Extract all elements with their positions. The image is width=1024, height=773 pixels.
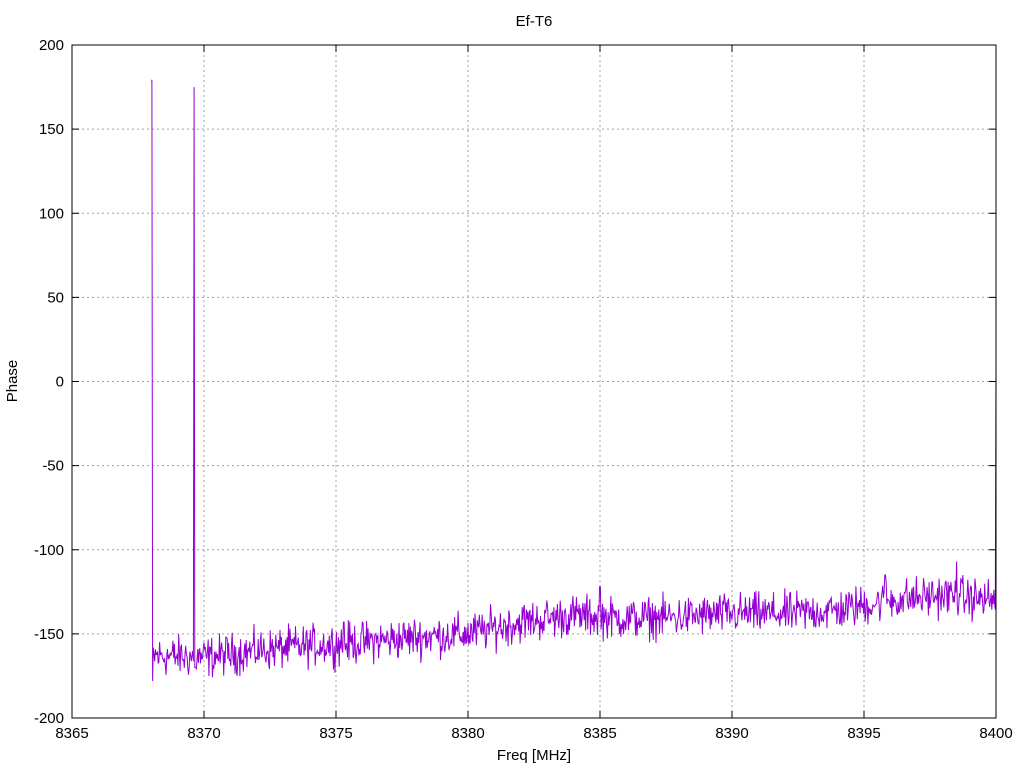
series-group <box>151 79 997 682</box>
x-tick-label: 8385 <box>583 725 616 742</box>
x-tick-label: 8395 <box>847 725 880 742</box>
y-tick-label: 0 <box>56 374 64 391</box>
x-tick-label: 8375 <box>319 725 352 742</box>
phase-chart: Ef-T6 8365 8370 8375 8380 8385 8390 8395 8400 -2… <box>4 13 1013 764</box>
x-tick-label: 8365 <box>55 725 88 742</box>
x-tick-label: 8400 <box>979 725 1012 742</box>
tick-labels: 8365 8370 8375 8380 8385 8390 8395 8400 -200 -150… <box>34 37 1013 742</box>
x-tick-label: 8390 <box>715 725 748 742</box>
chart-title: Ef-T6 <box>516 13 553 30</box>
y-tick-label: -200 <box>34 710 64 727</box>
y-tick-label: 50 <box>47 289 64 306</box>
y-tick-label: 150 <box>39 121 64 138</box>
y-tick-label: -50 <box>42 458 64 475</box>
y-tick-label: 200 <box>39 37 64 54</box>
y-tick-label: 100 <box>39 205 64 222</box>
x-tick-label: 8380 <box>451 725 484 742</box>
x-axis-label: Freq [MHz] <box>497 747 571 764</box>
y-tick-label: -150 <box>34 626 64 643</box>
y-axis-label: Phase <box>4 360 21 403</box>
y-tick-label: -100 <box>34 542 64 559</box>
phase-series-line <box>151 79 997 682</box>
x-tick-label: 8370 <box>187 725 220 742</box>
